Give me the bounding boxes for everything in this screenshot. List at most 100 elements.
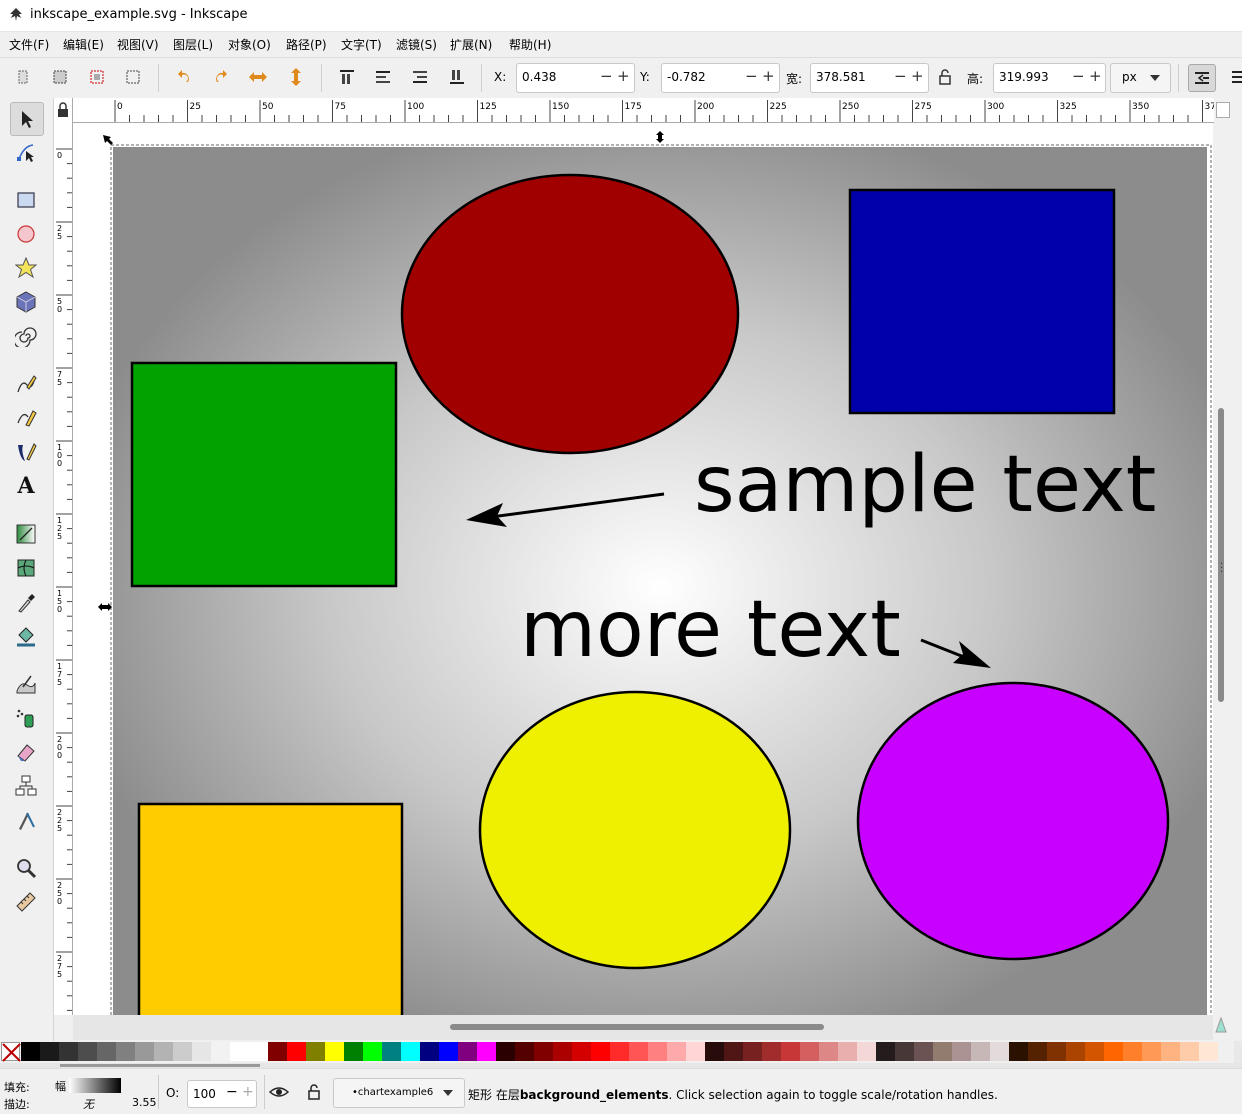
x-decrement-button[interactable]: − bbox=[600, 67, 613, 85]
color-swatch[interactable] bbox=[1028, 1042, 1047, 1061]
color-swatch[interactable] bbox=[1047, 1042, 1066, 1061]
unit-select[interactable]: px bbox=[1110, 63, 1171, 93]
color-swatch[interactable] bbox=[382, 1042, 401, 1061]
color-swatch[interactable] bbox=[78, 1042, 97, 1061]
color-swatch[interactable] bbox=[629, 1042, 648, 1061]
palette-scroll-thumb[interactable] bbox=[60, 1064, 260, 1067]
blue-rectangle[interactable] bbox=[848, 188, 1116, 415]
fill-indicator[interactable]: 幅 bbox=[55, 1078, 121, 1094]
color-swatch[interactable] bbox=[572, 1042, 591, 1061]
color-swatch[interactable] bbox=[971, 1042, 990, 1061]
spiral-tool-icon[interactable] bbox=[10, 320, 42, 352]
color-swatch[interactable] bbox=[705, 1042, 724, 1061]
color-swatch[interactable] bbox=[876, 1042, 895, 1061]
menu-file[interactable]: 文件(F) bbox=[9, 36, 49, 53]
height-increment-button[interactable]: + bbox=[1089, 67, 1102, 85]
color-swatch[interactable] bbox=[838, 1042, 857, 1061]
opacity-input[interactable] bbox=[191, 1086, 225, 1102]
color-swatch[interactable] bbox=[211, 1042, 230, 1061]
color-management-icon[interactable] bbox=[1214, 1016, 1230, 1038]
color-swatch[interactable] bbox=[230, 1042, 249, 1061]
y-increment-button[interactable]: + bbox=[762, 67, 775, 85]
scale-handle-w[interactable] bbox=[98, 603, 112, 611]
color-swatch[interactable] bbox=[648, 1042, 667, 1061]
color-swatch[interactable] bbox=[268, 1042, 287, 1061]
canvas[interactable]: sample text more text bbox=[73, 123, 1213, 1015]
color-swatch[interactable] bbox=[610, 1042, 629, 1061]
color-swatch[interactable] bbox=[819, 1042, 838, 1061]
mesh-tool-icon[interactable] bbox=[10, 552, 42, 584]
menu-object[interactable]: 对象(O) bbox=[228, 36, 271, 53]
color-swatch[interactable] bbox=[895, 1042, 914, 1061]
paint-bucket-tool-icon[interactable] bbox=[10, 620, 42, 652]
height-input[interactable] bbox=[997, 69, 1071, 85]
color-swatch[interactable] bbox=[1066, 1042, 1085, 1061]
vertical-ruler[interactable]: 0255075100125150175200225250275 bbox=[54, 122, 73, 1015]
menu-layer[interactable]: 图层(L) bbox=[173, 36, 213, 53]
select-all-layers-icon[interactable] bbox=[47, 64, 73, 90]
orange-rectangle[interactable] bbox=[137, 802, 404, 1015]
menu-text[interactable]: 文字(T) bbox=[341, 36, 382, 53]
color-swatch[interactable] bbox=[952, 1042, 971, 1061]
color-swatch[interactable] bbox=[477, 1042, 496, 1061]
menu-view[interactable]: 视图(V) bbox=[117, 36, 159, 53]
color-swatch[interactable] bbox=[97, 1042, 116, 1061]
raise-to-top-icon[interactable] bbox=[334, 64, 360, 90]
color-swatch[interactable] bbox=[1085, 1042, 1104, 1061]
width-input[interactable] bbox=[814, 69, 888, 85]
color-swatch[interactable] bbox=[439, 1042, 458, 1061]
vertical-dock-grip-icon[interactable]: · · · bbox=[1220, 560, 1223, 578]
color-swatch[interactable] bbox=[116, 1042, 135, 1061]
color-swatch[interactable] bbox=[249, 1042, 268, 1061]
horizontal-ruler[interactable]: 0 25 50 75 100 125 150 175 200 225 250 275 300 325 350… bbox=[72, 98, 1214, 123]
deselect-icon[interactable] bbox=[120, 64, 146, 90]
pen-tool-icon[interactable] bbox=[10, 402, 42, 434]
width-increment-button[interactable]: + bbox=[911, 67, 924, 85]
guide-lock-icon[interactable] bbox=[54, 98, 73, 123]
node-tool-icon[interactable] bbox=[10, 136, 42, 168]
color-swatch[interactable] bbox=[534, 1042, 553, 1061]
flip-horizontal-icon[interactable] bbox=[245, 64, 271, 90]
calligraphy-tool-icon[interactable] bbox=[10, 436, 42, 468]
horizontal-scrollbar[interactable] bbox=[73, 1015, 1213, 1040]
vertical-scrollbar[interactable]: · · · bbox=[1214, 98, 1242, 1016]
y-input[interactable] bbox=[665, 69, 739, 85]
color-swatch[interactable] bbox=[325, 1042, 344, 1061]
color-swatch[interactable] bbox=[781, 1042, 800, 1061]
tweak-tool-icon[interactable] bbox=[10, 668, 42, 700]
flip-vertical-icon[interactable] bbox=[283, 64, 309, 90]
layer-lock-icon[interactable] bbox=[306, 1083, 322, 1101]
dropper-tool-icon[interactable] bbox=[10, 586, 42, 618]
color-swatch[interactable] bbox=[914, 1042, 933, 1061]
color-swatch[interactable] bbox=[1199, 1042, 1218, 1061]
rectangle-tool-icon[interactable] bbox=[10, 184, 42, 216]
red-ellipse[interactable] bbox=[400, 173, 740, 455]
more-text[interactable]: more text bbox=[520, 585, 901, 675]
no-paint-swatch[interactable] bbox=[1, 1042, 21, 1062]
snap-menu-icon[interactable] bbox=[1224, 64, 1242, 90]
color-swatch[interactable] bbox=[762, 1042, 781, 1061]
ellipse-tool-icon[interactable] bbox=[10, 218, 42, 250]
scale-handle-nw[interactable] bbox=[103, 135, 113, 145]
color-swatch[interactable] bbox=[458, 1042, 477, 1061]
invert-selection-icon[interactable] bbox=[84, 64, 110, 90]
measure-pen-icon[interactable] bbox=[10, 804, 42, 836]
color-swatch[interactable] bbox=[591, 1042, 610, 1061]
color-swatch[interactable] bbox=[420, 1042, 439, 1061]
rotate-ccw-icon[interactable] bbox=[171, 64, 197, 90]
color-swatch[interactable] bbox=[800, 1042, 819, 1061]
zoom-tool-icon[interactable] bbox=[10, 852, 42, 884]
text-tool-icon[interactable]: A bbox=[10, 470, 42, 502]
color-swatch[interactable] bbox=[1123, 1042, 1142, 1061]
3d-box-tool-icon[interactable] bbox=[10, 286, 42, 318]
pencil-tool-icon[interactable] bbox=[10, 368, 42, 400]
color-swatch[interactable] bbox=[724, 1042, 743, 1061]
menu-path[interactable]: 路径(P) bbox=[286, 36, 327, 53]
color-swatch[interactable] bbox=[154, 1042, 173, 1061]
color-swatch[interactable] bbox=[363, 1042, 382, 1061]
color-swatch[interactable] bbox=[1142, 1042, 1161, 1061]
x-input[interactable] bbox=[520, 69, 594, 85]
height-decrement-button[interactable]: − bbox=[1072, 67, 1085, 85]
sample-text[interactable]: sample text bbox=[694, 440, 1156, 530]
palette-scroll-button[interactable] bbox=[1234, 1041, 1242, 1063]
